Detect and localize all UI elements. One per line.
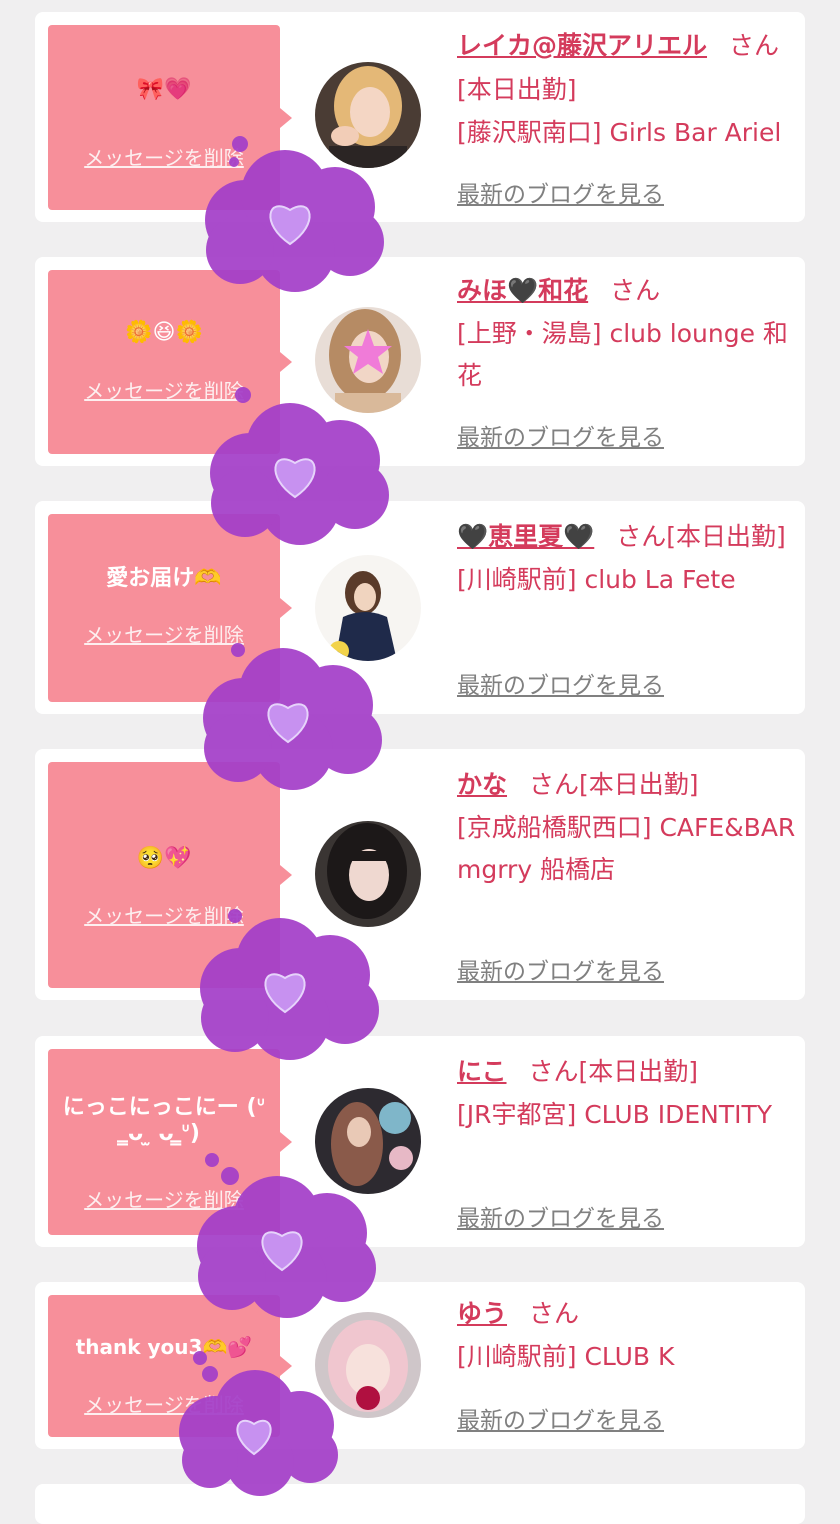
cast-info: にこ さん[本日出勤] [JR宇都宮] CLUB IDENTITY	[457, 1050, 797, 1136]
heart-sticker	[195, 387, 395, 545]
blog-link[interactable]: 最新のブログを見る	[457, 175, 664, 209]
message-text: 🌼😆🌼	[125, 320, 203, 345]
cast-info: かな さん[本日出勤] [京成船橋駅西口] CAFE&BAR mgrry 船橋店	[457, 763, 797, 891]
heart-sticker	[190, 136, 390, 292]
status-label: [本日出勤]	[457, 75, 577, 104]
blog-link[interactable]: 最新のブログを見る	[457, 1199, 664, 1233]
favorite-card	[35, 1484, 805, 1524]
status-label: [本日出勤]	[579, 770, 699, 799]
name-line: かな さん[本日出勤]	[457, 763, 797, 807]
shop-name: [上野・湯島] club lounge 和花	[457, 319, 788, 390]
cast-name-link[interactable]: みほ🖤和花	[457, 276, 588, 305]
honorific: さん	[610, 276, 661, 305]
cast-info: ゆう さん [川崎駅前] CLUB K	[457, 1292, 797, 1378]
name-line: ゆう さん	[457, 1292, 797, 1336]
message-text: thank you3🫶💕	[75, 1335, 253, 1359]
blog-link[interactable]: 最新のブログを見る	[457, 666, 664, 700]
cast-info: レイカ@藤沢アリエル さん [本日出勤] [藤沢駅南口] Girls Bar Ari…	[457, 24, 797, 154]
heart-sticker	[182, 1153, 382, 1318]
favorite-card: 🥺💖 メッセージを削除 かな さん[本日出勤] [京成船橋駅西口] CAFE&BA…	[35, 749, 805, 1000]
shop-name: [京成船橋駅西口] CAFE&BAR mgrry 船橋店	[457, 813, 796, 884]
blog-link[interactable]: 最新のブログを見る	[457, 418, 664, 452]
honorific: さん	[528, 1057, 579, 1086]
shop-name: [JR宇都宮] CLUB IDENTITY	[457, 1100, 773, 1129]
status-label: [本日出勤]	[578, 1057, 699, 1086]
name-line: 🖤恵里夏🖤 さん[本日出勤]	[457, 515, 797, 559]
heart-sticker	[170, 1351, 370, 1510]
honorific: さん	[729, 31, 780, 60]
message-text: 愛お届け🫶	[106, 566, 222, 591]
name-line: レイカ@藤沢アリエル さん [本日出勤]	[457, 24, 797, 112]
cast-info: みほ🖤和花 さん [上野・湯島] club lounge 和花	[457, 269, 797, 397]
blog-link[interactable]: 最新のブログを見る	[457, 952, 664, 986]
honorific: さん	[616, 522, 667, 551]
favorite-card: thank you3🫶💕 メッセージを削除 ゆう さん [川崎駅前] CLUB K…	[35, 1282, 805, 1449]
cast-name-link[interactable]: かな	[457, 770, 507, 799]
shop-name: [川崎駅前] CLUB K	[457, 1342, 675, 1371]
message-text: 🥺💖	[136, 846, 192, 871]
avatar[interactable]	[315, 555, 421, 661]
cast-name-link[interactable]: 🖤恵里夏🖤	[457, 522, 594, 551]
message-text: 🎀💗	[136, 77, 192, 102]
shop-name: [藤沢駅南口] Girls Bar Ariel	[457, 118, 782, 147]
heart-sticker	[185, 909, 385, 1060]
honorific: さん	[529, 1299, 580, 1328]
name-line: みほ🖤和花 さん	[457, 269, 797, 313]
favorite-card: 🎀💗 メッセージを削除 レイカ@藤沢アリエル さん[本日出勤] [藤沢駅南口] G…	[35, 12, 805, 222]
honorific: さん	[529, 770, 580, 799]
message-text: にっこにっこにー (ᐡ ̳ᴗ ̫ ᴗ ̳ᐡ)	[62, 1095, 266, 1147]
favorite-card: 愛お届け🫶 メッセージを削除 🖤恵里夏🖤 さん[本日出勤] [川崎駅前] club…	[35, 501, 805, 714]
cast-name-link[interactable]: レイカ@藤沢アリエル	[457, 31, 707, 60]
shop-name: [川崎駅前] club La Fete	[457, 565, 736, 594]
cast-info: 🖤恵里夏🖤 さん[本日出勤] [川崎駅前] club La Fete	[457, 515, 797, 601]
avatar[interactable]	[315, 307, 421, 413]
delete-message-link[interactable]: メッセージを削除	[48, 619, 280, 648]
favorite-card: 🌼😆🌼 メッセージを削除 みほ🖤和花 さん [上野・湯島] club lounge…	[35, 257, 805, 466]
heart-sticker	[188, 643, 388, 790]
status-label: [本日出勤]	[666, 522, 786, 551]
cast-name-link[interactable]: にこ	[457, 1057, 507, 1086]
avatar[interactable]	[315, 821, 421, 927]
favorite-card: にっこにっこにー (ᐡ ̳ᴗ ̫ ᴗ ̳ᐡ) メッセージを削除 にこ さん[本日出…	[35, 1036, 805, 1247]
blog-link[interactable]: 最新のブログを見る	[457, 1401, 664, 1435]
name-line: にこ さん[本日出勤]	[457, 1050, 797, 1094]
cast-name-link[interactable]: ゆう	[457, 1299, 507, 1328]
